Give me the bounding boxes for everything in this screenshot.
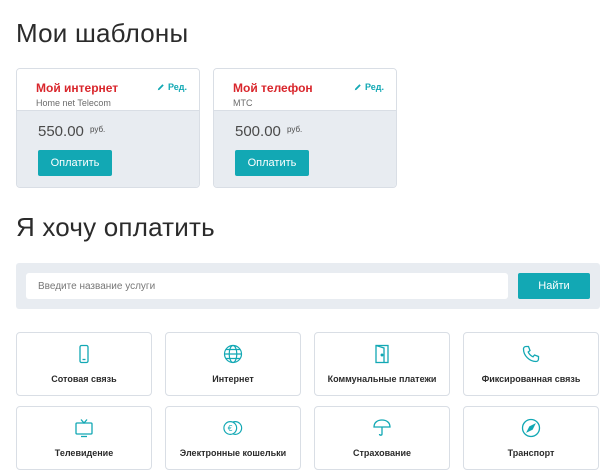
category-label: Телевидение (54, 448, 114, 458)
template-provider: МТС (233, 98, 253, 108)
template-body: 500.00 руб. Оплатить (214, 111, 396, 187)
compass-icon (521, 418, 541, 438)
template-pay-button[interactable]: Оплатить (235, 150, 309, 176)
template-edit-link[interactable]: Ред. (354, 82, 384, 92)
templates-title: Мои шаблоны (16, 18, 189, 48)
pencil-icon (157, 84, 164, 91)
pay-section-title: Я хочу оплатить (16, 212, 215, 242)
template-body: 550.00 руб. Оплатить (17, 111, 199, 187)
umbrella-icon (373, 419, 391, 436)
template-name: Мой интернет (36, 81, 119, 95)
category-internet[interactable]: Интернет (165, 332, 301, 396)
tv-icon (75, 419, 93, 438)
template-header: Мой телефон МТС Ред. (214, 69, 396, 111)
landline-phone-icon (522, 345, 540, 363)
category-utilities[interactable]: Коммунальные платежи (314, 332, 450, 396)
category-mobile[interactable]: Сотовая связь (16, 332, 152, 396)
category-label: Коммунальные платежи (327, 374, 437, 384)
template-pay-button[interactable]: Оплатить (38, 150, 112, 176)
template-edit-label: Ред. (365, 82, 384, 92)
pencil-icon (354, 84, 361, 91)
category-label: Страхование (352, 448, 412, 458)
template-currency: руб. (90, 125, 106, 134)
svg-text:€: € (228, 424, 233, 433)
coins-icon: € (223, 421, 243, 435)
template-edit-label: Ред. (168, 82, 187, 92)
template-currency: руб. (287, 125, 303, 134)
search-button[interactable]: Найти (518, 273, 590, 299)
template-provider: Home net Telecom (36, 98, 111, 108)
template-amount: 500.00 (235, 123, 281, 140)
template-header: Мой интернет Home net Telecom Ред. (17, 69, 199, 111)
template-card-phone: Мой телефон МТС Ред. 500.00 руб. Оплатит… (213, 68, 397, 188)
category-transport[interactable]: Транспорт (463, 406, 599, 470)
mobile-phone-icon (79, 344, 89, 364)
template-name: Мой телефон (233, 81, 313, 95)
category-label: Сотовая связь (51, 374, 117, 384)
template-amount: 550.00 (38, 123, 84, 140)
category-ewallets[interactable]: € Электронные кошельки (165, 406, 301, 470)
service-search-bar: Найти (16, 263, 600, 309)
category-landline[interactable]: Фиксированная связь (463, 332, 599, 396)
service-search-input[interactable] (26, 273, 508, 299)
category-label: Фиксированная связь (481, 374, 581, 384)
template-edit-link[interactable]: Ред. (157, 82, 187, 92)
category-label: Транспорт (507, 448, 555, 458)
door-icon (375, 344, 389, 364)
category-label: Интернет (212, 374, 254, 384)
globe-icon (223, 344, 243, 364)
template-card-internet: Мой интернет Home net Telecom Ред. 550.0… (16, 68, 200, 188)
category-tv[interactable]: Телевидение (16, 406, 152, 470)
category-label: Электронные кошельки (179, 448, 287, 458)
category-insurance[interactable]: Страхование (314, 406, 450, 470)
